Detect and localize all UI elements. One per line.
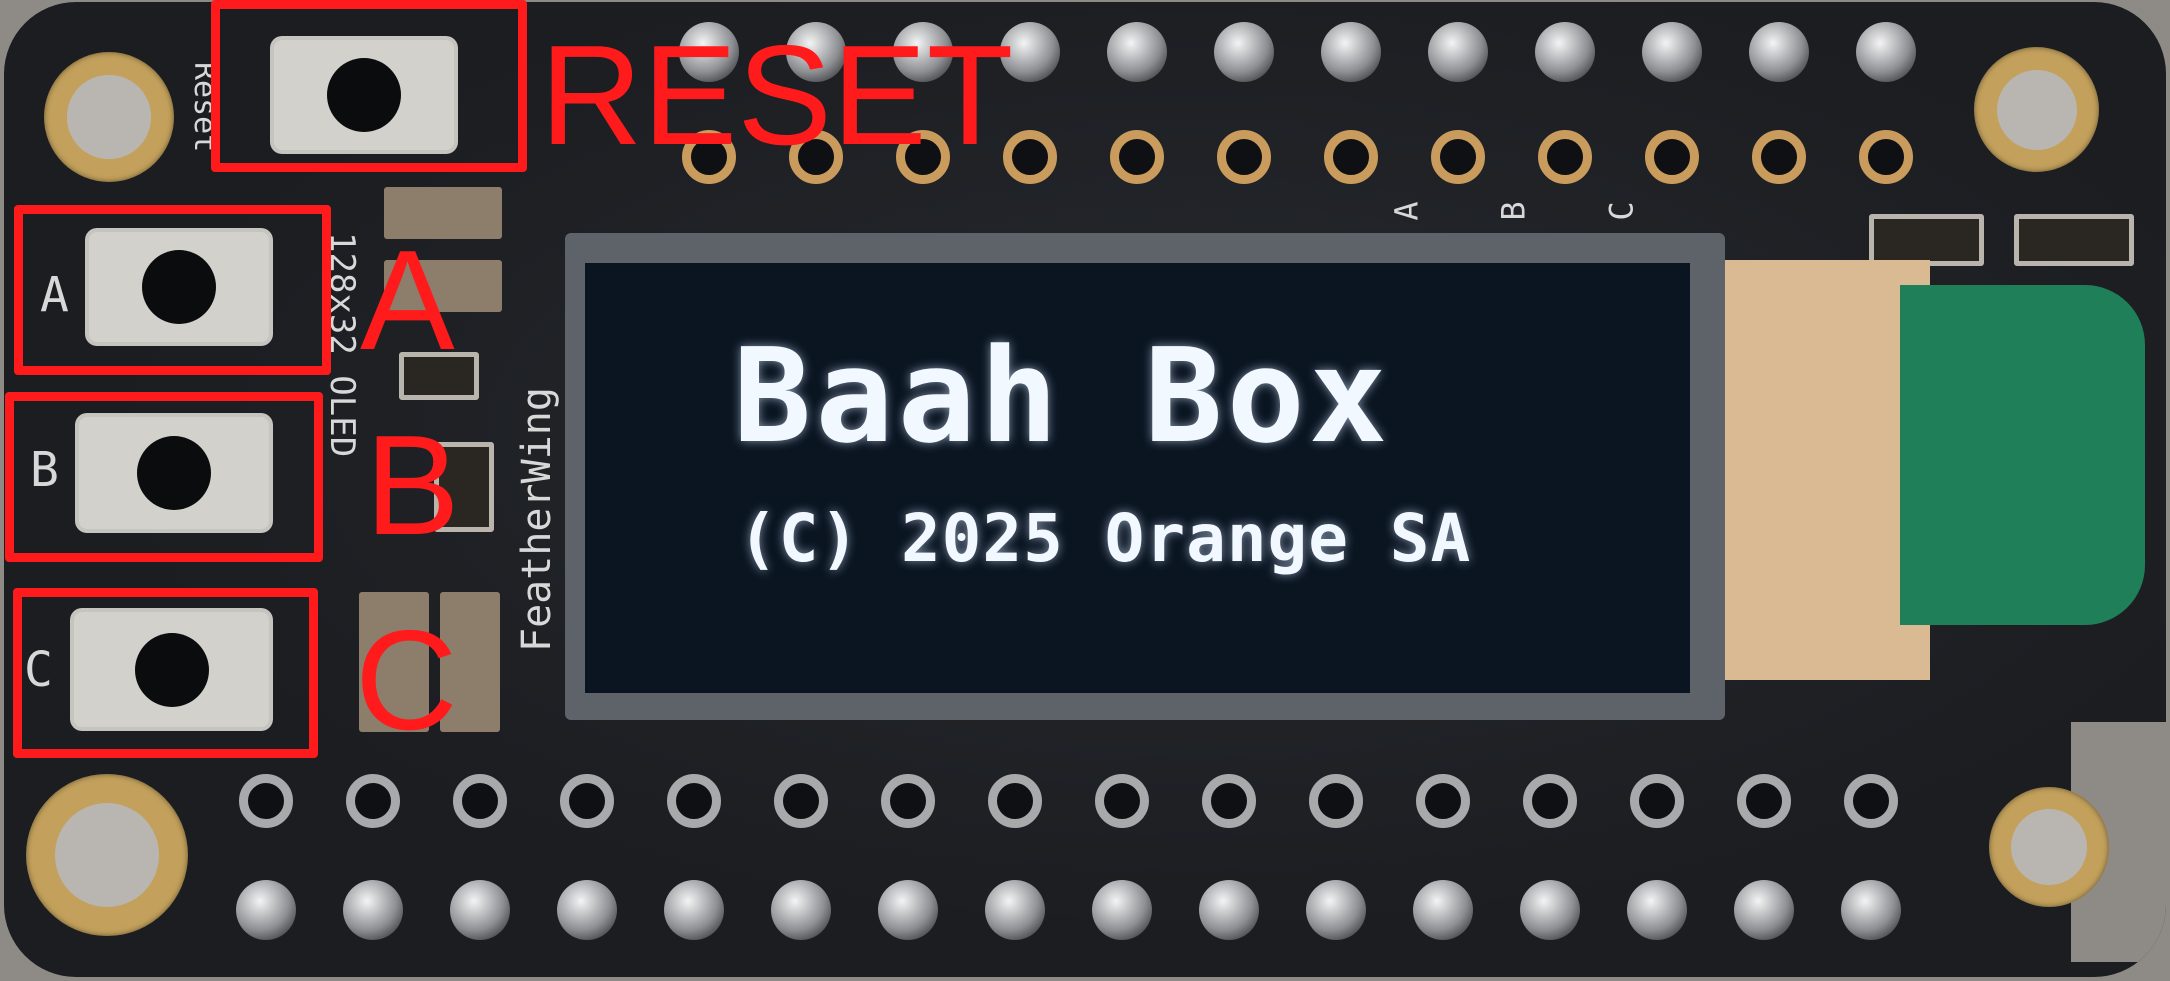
- oled-screen: Baah Box (C) 2025 Orange SA: [585, 263, 1690, 693]
- header-pad: [1645, 130, 1699, 184]
- header-solder-joint: [236, 880, 296, 940]
- smd-resistor: [2014, 214, 2134, 266]
- header-solder-joint: [985, 880, 1045, 940]
- header-solder-joint: [1642, 22, 1702, 82]
- header-solder-joint: [343, 880, 403, 940]
- header-solder-joint: [1413, 880, 1473, 940]
- header-solder-joint: [1856, 22, 1916, 82]
- header-pad: [1110, 130, 1164, 184]
- oled-title: Baah Box: [733, 320, 1392, 472]
- pin-c-label: C: [1602, 201, 1641, 221]
- header-pad: [1324, 130, 1378, 184]
- oled-subtitle: (C) 2025 Orange SA: [738, 500, 1472, 577]
- featherwing-silkscreen: FeatherWing: [514, 387, 560, 652]
- header-pad: [1752, 130, 1806, 184]
- button-b-highlight-box: [5, 392, 323, 562]
- header-solder-joint: [1214, 22, 1274, 82]
- header-pad: [1523, 774, 1577, 828]
- header-pad: [453, 774, 507, 828]
- header-solder-joint: [1428, 22, 1488, 82]
- pin-a-label: A: [1387, 201, 1426, 221]
- header-pad: [560, 774, 614, 828]
- header-pad: [988, 774, 1042, 828]
- header-solder-joint: [1520, 880, 1580, 940]
- header-pad: [774, 774, 828, 828]
- header-solder-joint: [1627, 880, 1687, 940]
- header-solder-joint: [1092, 880, 1152, 940]
- header-solder-joint: [1841, 880, 1901, 940]
- pin-b-label: B: [1494, 201, 1533, 221]
- header-pad: [346, 774, 400, 828]
- header-solder-joint: [664, 880, 724, 940]
- header-pad: [1737, 774, 1791, 828]
- reset-highlight-box: [211, 0, 527, 172]
- header-solder-joint: [557, 880, 617, 940]
- header-solder-joint: [1199, 880, 1259, 940]
- header-pad: [1844, 774, 1898, 828]
- header-solder-joint: [450, 880, 510, 940]
- header-pad: [239, 774, 293, 828]
- smd-resistor: [1869, 214, 1984, 266]
- mounting-hole-bottom-left: [26, 774, 188, 936]
- a-annotation: A: [360, 221, 455, 380]
- header-pad: [881, 774, 935, 828]
- header-pad: [1217, 130, 1271, 184]
- header-solder-joint: [1306, 880, 1366, 940]
- header-pad: [1538, 130, 1592, 184]
- c-annotation: C: [355, 601, 458, 760]
- header-pad: [1095, 774, 1149, 828]
- header-solder-joint: [878, 880, 938, 940]
- header-pad: [667, 774, 721, 828]
- header-solder-joint: [1734, 880, 1794, 940]
- header-solder-joint: [1107, 22, 1167, 82]
- b-annotation: B: [365, 406, 460, 565]
- display-green-tab: [1900, 285, 2145, 625]
- header-solder-joint: [1535, 22, 1595, 82]
- header-pad: [1416, 774, 1470, 828]
- button-c-highlight-box: [13, 588, 318, 758]
- header-pad: [1309, 774, 1363, 828]
- header-solder-joint: [1749, 22, 1809, 82]
- reset-annotation: RESET: [540, 16, 1014, 175]
- header-solder-joint: [771, 880, 831, 940]
- header-pad: [1859, 130, 1913, 184]
- header-solder-joint: [1321, 22, 1381, 82]
- mounting-hole-top-left: [44, 52, 174, 182]
- mounting-hole-bottom-right: [1989, 787, 2109, 907]
- header-pad: [1202, 774, 1256, 828]
- mounting-hole-top-right: [1974, 47, 2099, 172]
- display-flex-cable: [1720, 260, 1930, 680]
- header-pad: [1431, 130, 1485, 184]
- button-a-highlight-box: [14, 205, 331, 375]
- header-pad: [1630, 774, 1684, 828]
